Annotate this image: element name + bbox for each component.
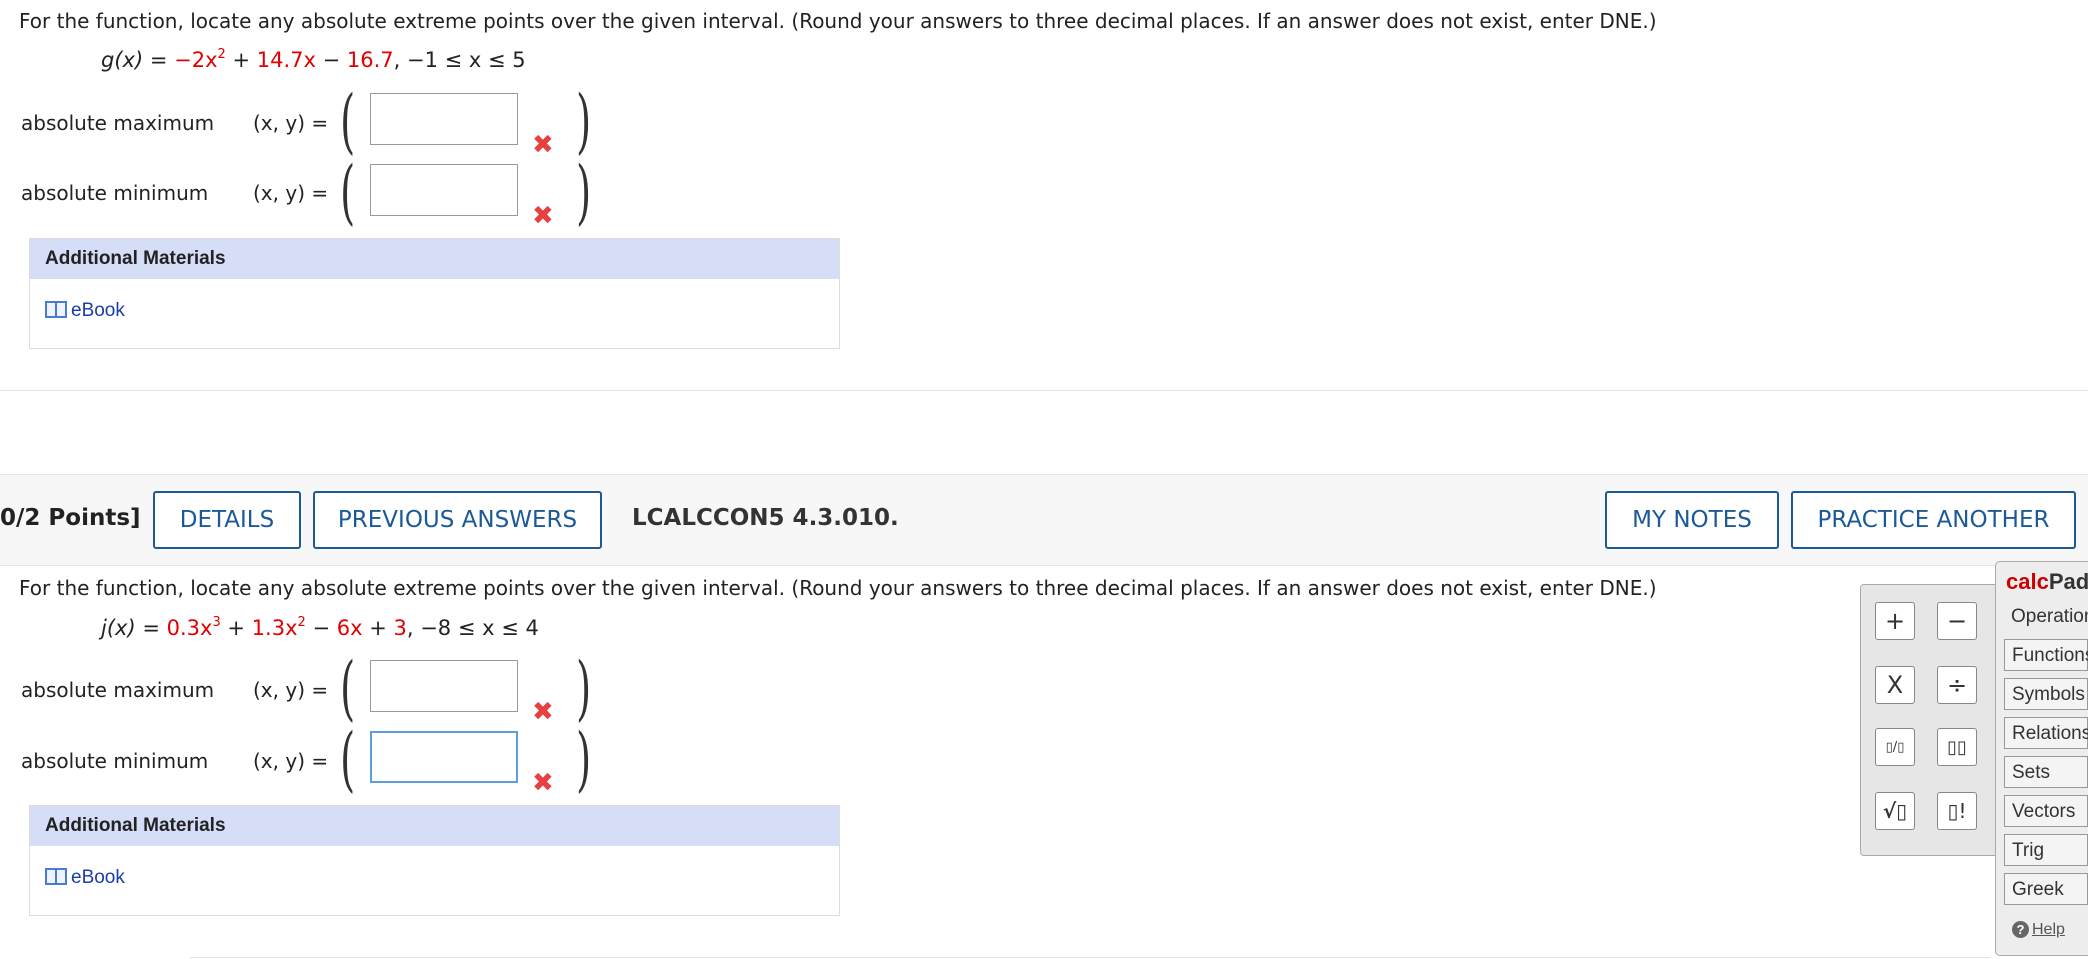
calcpad-title: calcPad (2006, 569, 2088, 594)
right-paren: ) (576, 647, 592, 729)
function-name: j(x) (101, 616, 136, 640)
additional-materials-panel: Additional Materials eBook (29, 238, 840, 349)
right-paren: ) (576, 718, 592, 800)
left-paren: ( (340, 647, 356, 729)
calcpad-category-relations[interactable]: Relations (2004, 717, 2088, 749)
q1-absolute-maximum-input[interactable] (370, 93, 518, 145)
q2-absolute-maximum-input[interactable] (370, 660, 518, 712)
additional-materials-header: Additional Materials (30, 239, 839, 279)
xy-label: (x, y) = (253, 749, 329, 773)
incorrect-icon: ✖ (532, 697, 554, 727)
section-divider (190, 957, 1990, 958)
calcpad-category-functions[interactable]: Functions (2004, 639, 2088, 671)
right-paren: ) (576, 151, 592, 233)
book-icon (45, 301, 67, 318)
absolute-maximum-label: absolute maximum (21, 678, 215, 702)
calcpad-category-operations[interactable]: Operations (2004, 601, 2088, 633)
question-code: LCALCCON5 4.3.010. (632, 505, 899, 531)
left-paren: ( (340, 80, 356, 162)
calcpad-category-trig[interactable]: Trig (2004, 834, 2088, 866)
calcpad-category-sets[interactable]: Sets (2004, 756, 2088, 788)
practice-another-button[interactable]: PRACTICE ANOTHER (1791, 491, 2076, 549)
calcpad-help-link[interactable]: ? Help (2012, 921, 2065, 939)
details-button[interactable]: DETAILS (153, 491, 301, 549)
question-1-function: g(x) = −2x2 + 14.7x − 16.7, −1 ≤ x ≤ 5 (101, 47, 526, 72)
ebook-link[interactable]: eBook (71, 300, 125, 321)
interval: , −8 ≤ x ≤ 4 (406, 616, 539, 640)
xy-label: (x, y) = (253, 181, 329, 205)
incorrect-icon: ✖ (532, 201, 554, 231)
calcpad-category-vectors[interactable]: Vectors (2004, 795, 2088, 827)
right-paren: ) (576, 80, 592, 162)
function-name: g(x) (101, 48, 144, 72)
question-1-instructions: For the function, locate any absolute ex… (19, 9, 1657, 33)
question-2-instructions: For the function, locate any absolute ex… (19, 576, 1657, 600)
q2-absolute-minimum-input[interactable] (370, 731, 518, 783)
absolute-minimum-label: absolute minimum (21, 749, 209, 773)
divide-key[interactable]: ÷ (1937, 666, 1977, 704)
ebook-link[interactable]: eBook (71, 867, 125, 888)
absolute-minimum-label: absolute minimum (21, 181, 209, 205)
section-divider (0, 390, 2088, 391)
exponent-key[interactable]: ▯▯ (1937, 728, 1977, 766)
question-2-function: j(x) = 0.3x3 + 1.3x2 − 6x + 3, −8 ≤ x ≤ … (101, 615, 539, 640)
my-notes-button[interactable]: MY NOTES (1605, 491, 1779, 549)
left-paren: ( (340, 718, 356, 800)
left-paren: ( (340, 151, 356, 233)
minus-key[interactable]: − (1937, 602, 1977, 640)
incorrect-icon: ✖ (532, 768, 554, 798)
additional-materials-panel: Additional Materials eBook (29, 805, 840, 916)
q1-absolute-minimum-input[interactable] (370, 164, 518, 216)
fraction-key[interactable]: ▯/▯ (1875, 728, 1915, 766)
incorrect-icon: ✖ (532, 130, 554, 160)
factorial-key[interactable]: ▯! (1937, 792, 1977, 830)
absolute-maximum-label: absolute maximum (21, 111, 215, 135)
plus-key[interactable]: + (1875, 602, 1915, 640)
points-label: 0/2 Points] (0, 505, 141, 531)
xy-label: (x, y) = (253, 111, 329, 135)
ebook-row: eBook (30, 846, 839, 889)
additional-materials-header: Additional Materials (30, 806, 839, 846)
calcpad-category-greek[interactable]: Greek (2004, 873, 2088, 905)
book-icon (45, 868, 67, 885)
calcpad-category-symbols[interactable]: Symbols (2004, 678, 2088, 710)
times-key[interactable]: X (1875, 666, 1915, 704)
previous-answers-button[interactable]: PREVIOUS ANSWERS (313, 491, 602, 549)
help-icon: ? (2012, 921, 2029, 938)
sqrt-key[interactable]: √▯ (1875, 792, 1915, 830)
interval: , −1 ≤ x ≤ 5 (393, 48, 526, 72)
ebook-row: eBook (30, 279, 839, 322)
xy-label: (x, y) = (253, 678, 329, 702)
